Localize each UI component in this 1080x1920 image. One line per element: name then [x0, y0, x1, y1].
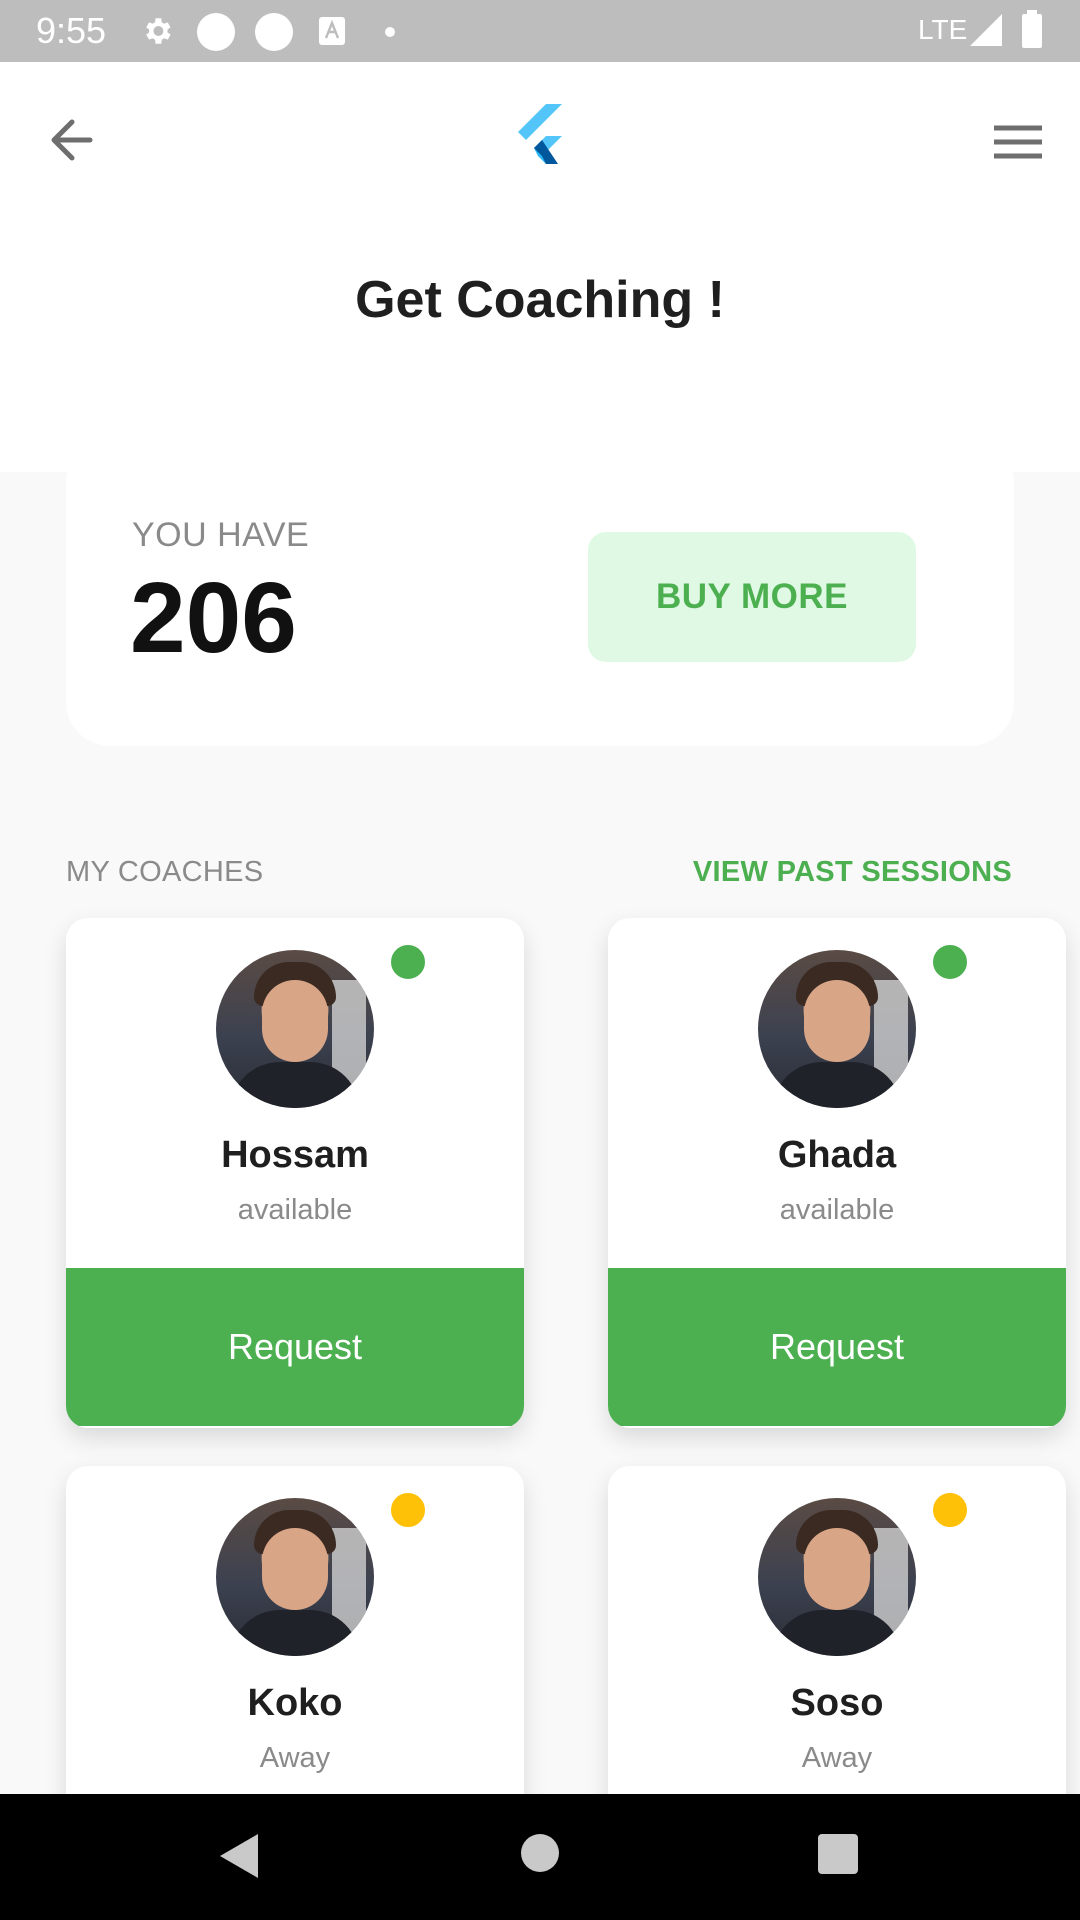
hamburger-menu-icon — [988, 125, 1048, 176]
arrow-back-icon — [44, 119, 104, 174]
coach-card[interactable]: Hossam available Request — [66, 918, 524, 1428]
coach-name: Hossam — [221, 1134, 369, 1176]
avatar — [758, 1498, 916, 1656]
back-button[interactable] — [44, 110, 104, 170]
coach-status: Away — [801, 1742, 873, 1774]
avatar — [216, 950, 374, 1108]
status-time: 9:55 — [36, 10, 107, 51]
dot-icon — [384, 25, 396, 43]
status-indicator-icon — [386, 940, 430, 984]
balance-value: 206 — [130, 562, 297, 674]
network-type: LTE — [918, 14, 968, 45]
buy-more-button[interactable]: BUY MORE — [588, 532, 916, 662]
gear-icon — [140, 14, 174, 53]
coach-name: Soso — [790, 1682, 884, 1724]
flutter-logo — [512, 102, 568, 172]
signal-icon — [968, 12, 1004, 53]
nav-home-icon[interactable] — [521, 1834, 559, 1872]
battery-icon — [1020, 10, 1044, 55]
balance-card: YOU HAVE 206 BUY MORE — [66, 440, 1014, 746]
status-indicator-icon — [928, 940, 972, 984]
status-bar: 9:55 LTE — [0, 0, 1080, 62]
coach-status: available — [779, 1194, 895, 1226]
page-title: Get Coaching ! — [355, 271, 725, 329]
avatar — [216, 1498, 374, 1656]
coach-status: available — [237, 1194, 353, 1226]
menu-button[interactable] — [988, 112, 1048, 172]
request-button[interactable]: Request — [608, 1268, 1066, 1426]
nav-recents-icon[interactable] — [818, 1834, 858, 1874]
nav-back-icon[interactable] — [218, 1832, 260, 1885]
coach-status: Away — [259, 1742, 331, 1774]
status-indicator-icon — [386, 1488, 430, 1532]
my-coaches-label: MY COACHES — [66, 856, 264, 888]
font-download-icon — [318, 16, 346, 51]
coach-name: Ghada — [777, 1134, 897, 1176]
request-button[interactable]: Request — [66, 1268, 524, 1426]
status-indicator-icon — [928, 1488, 972, 1532]
balance-label: YOU HAVE — [132, 516, 310, 554]
circle-icon — [254, 12, 294, 57]
circle-icon — [196, 12, 236, 57]
view-past-sessions-link[interactable]: VIEW PAST SESSIONS — [693, 856, 1012, 889]
coach-name: Koko — [247, 1682, 343, 1724]
system-nav-bar — [0, 1794, 1080, 1920]
avatar — [758, 950, 916, 1108]
coach-card[interactable]: Ghada available Request — [608, 918, 1066, 1428]
app-header: Get Coaching ! — [0, 62, 1080, 472]
